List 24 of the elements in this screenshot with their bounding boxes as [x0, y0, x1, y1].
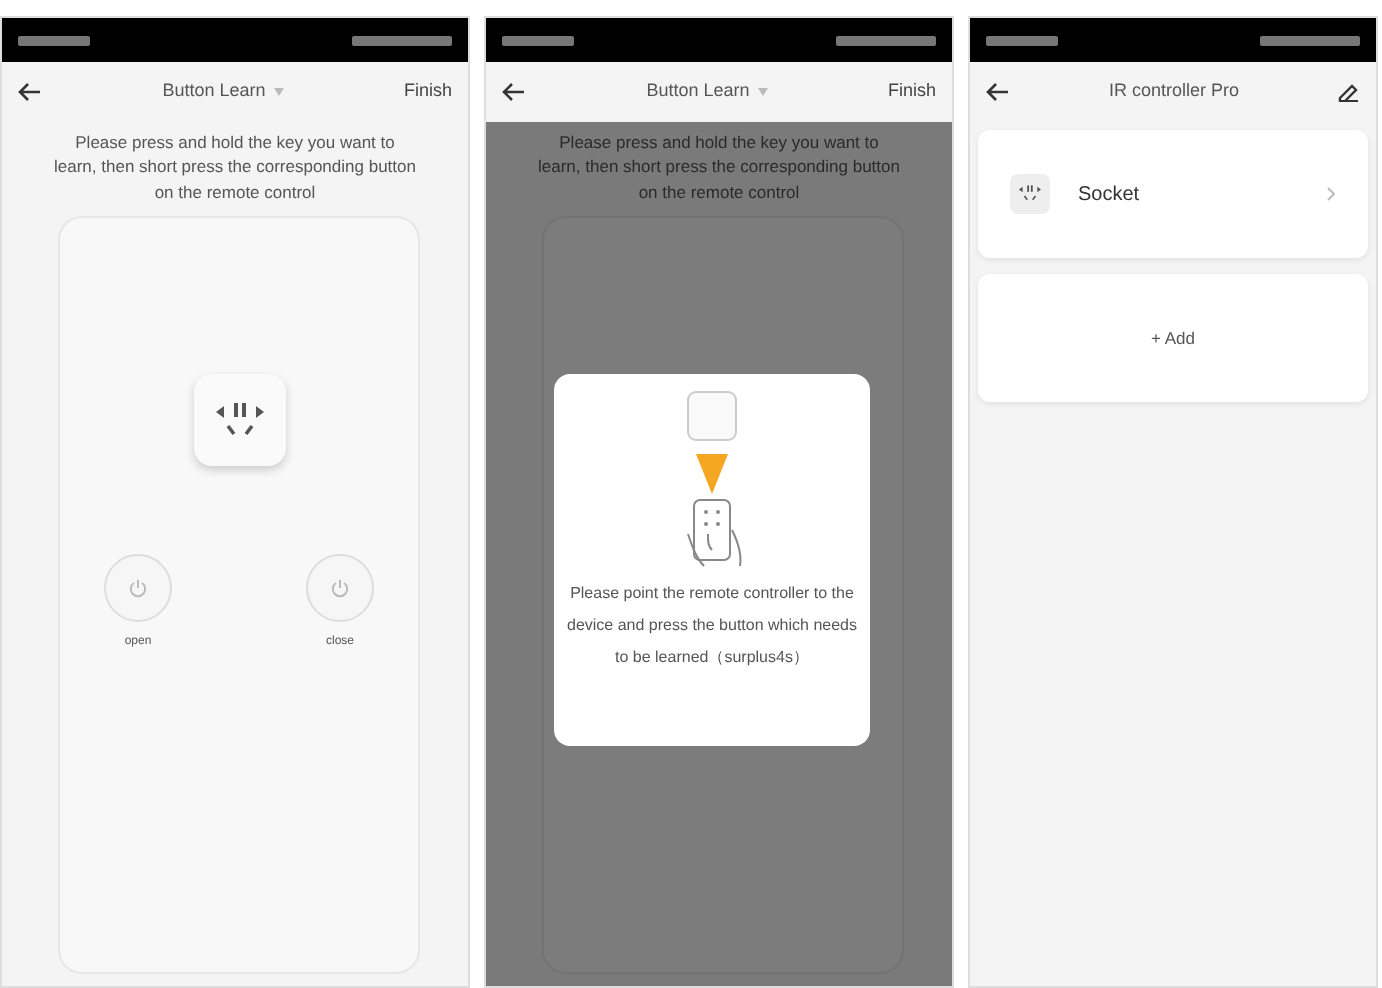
- back-icon[interactable]: [502, 78, 526, 106]
- socket-icon: [193, 373, 285, 466]
- power-icon: [330, 577, 350, 598]
- back-icon[interactable]: [18, 78, 42, 106]
- dialog-text: Please point the remote controller to the device and press the button which needs to be learned（surplus4s）: [566, 582, 858, 670]
- add-button[interactable]: + Add: [978, 274, 1368, 402]
- back-icon[interactable]: [986, 78, 1010, 106]
- finish-link[interactable]: Finish: [403, 78, 452, 106]
- device-row[interactable]: Socket: [978, 130, 1368, 258]
- instruction-text: Please press and hold the key you want to learn, then short press the corresponding button on the remote control: [536, 130, 902, 206]
- status-icons: [18, 35, 90, 45]
- status-icons: [502, 35, 574, 45]
- status-icons: [352, 35, 452, 45]
- screen-title: Button Learn: [646, 78, 750, 105]
- socket-icon: [1010, 174, 1050, 214]
- power-icon: [128, 577, 148, 598]
- status-icons: [836, 35, 936, 45]
- status-icons: [986, 35, 1058, 45]
- screen-title: IR controller Pro: [1108, 78, 1240, 105]
- device-name: Socket: [1078, 181, 1142, 209]
- finish-link[interactable]: Finish: [887, 78, 936, 106]
- status-icons: [1260, 35, 1360, 45]
- instruction-text: Please press and hold the key you want to learn, then short press the corresponding button on the remote control: [52, 130, 418, 206]
- screen-title: Button Learn: [162, 78, 266, 105]
